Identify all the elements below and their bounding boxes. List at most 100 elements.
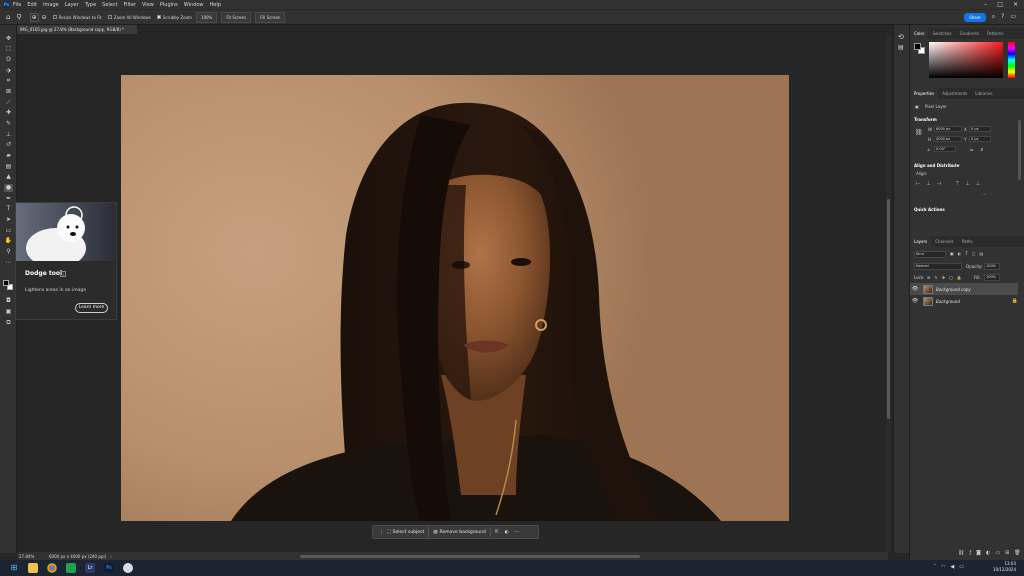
brush-tool-icon[interactable]: ✎ [4, 120, 13, 128]
tab-properties[interactable]: Properties [910, 88, 939, 99]
photoshop-taskbar-icon[interactable]: Ps [104, 563, 114, 573]
taskbar-clock[interactable]: 13:03 10/12/2024 [993, 561, 1016, 573]
vertical-scrollbar[interactable] [886, 34, 891, 552]
zoom-icon[interactable]: ⚲ [4, 248, 13, 256]
align-bottom-icon[interactable]: ⊥ [976, 181, 980, 187]
app-green-icon[interactable] [66, 563, 76, 573]
screen-mode-icon[interactable]: ▣ [4, 308, 13, 316]
properties-scrollbar[interactable] [1018, 120, 1021, 180]
crop-tool-icon[interactable]: ⌗ [4, 77, 13, 85]
new-adjustment-icon[interactable]: ◐ [986, 550, 990, 556]
filter-smart-icon[interactable]: ▤ [980, 251, 984, 256]
zoom-tool-icon[interactable]: ⚲ [16, 13, 21, 21]
color-picker-field[interactable] [929, 42, 1003, 78]
menu-file[interactable]: File [13, 2, 21, 8]
status-arrow-icon[interactable]: › [110, 554, 112, 559]
quick-actions-heading[interactable]: Quick Actions [914, 207, 945, 212]
quick-mask-icon[interactable]: ◘ [4, 297, 13, 305]
link-layers-icon[interactable]: ⛓ [958, 550, 964, 556]
tray-chevron-icon[interactable]: ˄ [934, 564, 937, 570]
visibility-eye-icon[interactable]: 👁 [910, 298, 920, 304]
object-select-tool-icon[interactable]: ⬗ [4, 67, 13, 75]
zoom-in-icon[interactable]: ⊕ [29, 12, 39, 22]
tab-adjustments[interactable]: Adjustments [938, 88, 971, 99]
document-tab[interactable]: IMG_0165.jpg @ 27.8% (Background copy, R… [17, 25, 137, 34]
document-canvas-image[interactable] [121, 75, 789, 521]
layer-lock-icon[interactable]: 🔒 [1012, 298, 1018, 304]
lock-artboard-icon[interactable]: ▢ [949, 275, 953, 280]
horizontal-scroll-thumb[interactable] [300, 555, 640, 558]
generative-icon[interactable]: ⧉ [4, 319, 13, 327]
blur-tool-icon[interactable]: ▲ [4, 173, 13, 181]
volume-icon[interactable]: ◀ [950, 564, 954, 570]
tab-patterns[interactable]: Patterns [983, 28, 1007, 39]
layer-name[interactable]: Background [936, 299, 960, 304]
resize-windows-checkbox[interactable]: Resize Windows to Fit [52, 15, 102, 20]
workspace-icon[interactable]: ▭ [1010, 13, 1016, 21]
lasso-tool-icon[interactable]: ʘ [4, 56, 13, 64]
tab-channels[interactable]: Channels [931, 236, 958, 247]
x-field[interactable]: 0 px [969, 126, 991, 132]
more-align-icon[interactable]: ⋯ [982, 192, 986, 197]
file-explorer-icon[interactable] [28, 563, 38, 573]
home-icon[interactable]: ⌂ [6, 13, 10, 21]
share-button[interactable]: Share [964, 12, 986, 22]
foreground-color-swatch[interactable] [3, 280, 9, 286]
select-subject-button[interactable]: Select subject [393, 530, 425, 535]
clone-stamp-tool-icon[interactable]: ⊥ [4, 131, 13, 139]
layer-row[interactable]: 👁 Background copy [910, 283, 1018, 295]
more-tools-icon[interactable]: ⋯ [4, 259, 13, 267]
tab-libraries[interactable]: Libraries [971, 88, 996, 99]
more-options-icon[interactable]: ⋯ [515, 530, 520, 535]
hue-slider[interactable] [1008, 42, 1015, 78]
frame-tool-icon[interactable]: ⊠ [4, 88, 13, 96]
transform-heading[interactable]: Transform [914, 117, 937, 122]
comments-icon[interactable]: ▤ [898, 44, 904, 51]
align-right-icon[interactable]: ⊣ [937, 181, 941, 187]
filter-adjust-icon[interactable]: ◐ [958, 251, 962, 256]
healing-brush-tool-icon[interactable]: ✚ [4, 109, 13, 117]
menu-filter[interactable]: Filter [124, 2, 136, 8]
new-layer-icon[interactable]: ⊞ [1005, 550, 1009, 556]
menu-image[interactable]: Image [43, 2, 59, 8]
search-icon[interactable]: ⌕ [992, 13, 995, 21]
eyedropper-tool-icon[interactable]: ⟋ [4, 99, 13, 107]
y-field[interactable]: 0 px [969, 136, 991, 142]
history-icon[interactable]: ⟲ [898, 33, 904, 41]
align-top-icon[interactable]: ⊤ [955, 181, 959, 187]
history-brush-tool-icon[interactable]: ↺ [4, 141, 13, 149]
windows-start-icon[interactable]: ⊞ [9, 563, 19, 573]
artboard-tool-icon[interactable]: ⬚ [4, 45, 13, 53]
wifi-icon[interactable]: ◠ [941, 564, 945, 570]
fit-screen-button[interactable]: Fit Screen [221, 11, 252, 23]
width-field[interactable]: 6000 px [934, 126, 962, 132]
adjustment-icon[interactable]: ◐ [505, 530, 509, 535]
align-left-icon[interactable]: ⊢ [916, 181, 920, 187]
minimize-button[interactable]: – [984, 1, 987, 8]
lrc-app-icon[interactable]: Lr [85, 563, 95, 573]
fill-field[interactable]: 100% [984, 274, 1000, 281]
remove-background-button[interactable]: Remove background [440, 530, 486, 535]
hand-tool-icon[interactable]: ✋ [4, 237, 13, 245]
menu-plugins[interactable]: Plugins [160, 2, 178, 8]
layer-name[interactable]: Background copy [936, 287, 971, 292]
type-tool-icon[interactable]: T [4, 205, 13, 213]
filter-pixel-icon[interactable]: ▣ [950, 251, 954, 256]
menu-help[interactable]: Help [210, 2, 221, 8]
new-group-icon[interactable]: ▭ [995, 550, 1000, 556]
link-icon[interactable]: ⛓ [915, 129, 923, 136]
path-select-tool-icon[interactable]: ➤ [4, 216, 13, 224]
fill-screen-button[interactable]: Fill Screen [255, 11, 286, 23]
scrubby-zoom-checkbox[interactable]: Scrubby Zoom [156, 15, 192, 20]
learn-more-button[interactable]: Learn more [75, 303, 108, 313]
menu-select[interactable]: Select [102, 2, 117, 8]
info-icon[interactable]: i [60, 271, 66, 277]
tab-swatches[interactable]: Swatches [928, 28, 955, 39]
gradient-tool-icon[interactable]: ▤ [4, 163, 13, 171]
rectangle-tool-icon[interactable]: ▭ [4, 227, 13, 235]
transform-icon[interactable]: ⇱ [495, 530, 499, 535]
app-white-icon[interactable] [123, 563, 133, 573]
pen-tool-icon[interactable]: ✒ [4, 195, 13, 203]
move-tool-icon[interactable]: ✥ [4, 35, 13, 43]
flip-vertical-icon[interactable]: ⇵ [980, 147, 983, 152]
